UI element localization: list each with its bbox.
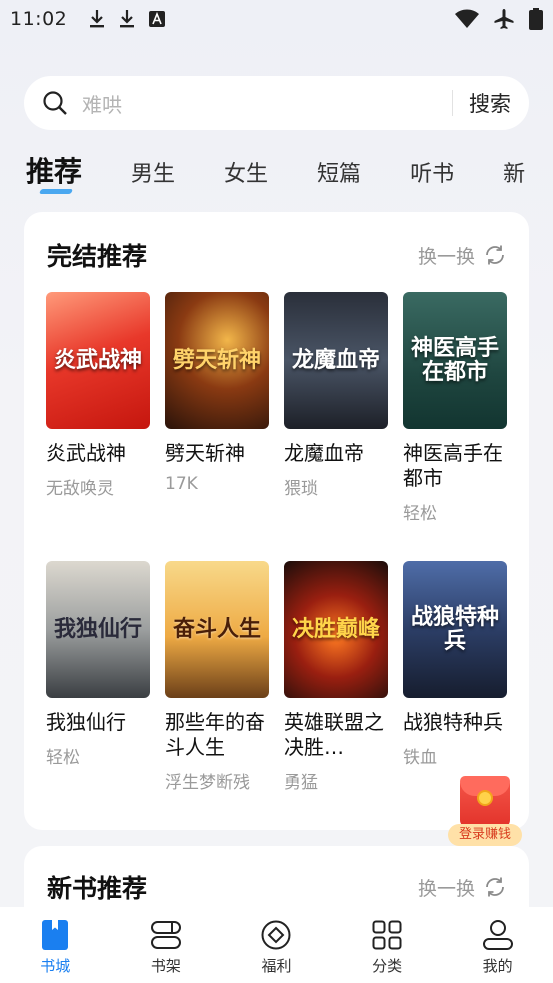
- book-title[interactable]: 我独仙行: [46, 710, 150, 735]
- book-item[interactable]: 奋斗人生 那些年的奋斗人生 浮生梦断残: [165, 561, 269, 793]
- search-icon: [42, 90, 68, 116]
- book-cover[interactable]: 神医高手在都市: [403, 292, 507, 429]
- tab-male[interactable]: 男生: [131, 156, 175, 194]
- profile-icon: [482, 919, 514, 951]
- cover-title: 神医高手在都市: [410, 335, 499, 385]
- refresh-label: 换一换: [417, 245, 475, 268]
- status-bar: 11:02: [0, 0, 553, 38]
- nav-label: 我的: [482, 957, 513, 975]
- book-title[interactable]: 神医高手在都市: [403, 441, 507, 491]
- tab-female[interactable]: 女生: [224, 156, 268, 194]
- book-item[interactable]: 战狼特种兵 战狼特种兵 铁血: [403, 561, 507, 768]
- book-title[interactable]: 战狼特种兵: [403, 710, 507, 735]
- nav-bookshelf[interactable]: 书架: [126, 919, 206, 976]
- book-author: 浮生梦断残: [165, 773, 250, 793]
- book-cover[interactable]: 龙魔血帝: [284, 292, 388, 429]
- section-title: 新书推荐: [47, 874, 148, 903]
- book-title[interactable]: 劈天斩神: [165, 441, 269, 466]
- book-title[interactable]: 英雄联盟之决胜…: [284, 710, 388, 760]
- book-title[interactable]: 龙魔血帝: [284, 441, 388, 466]
- refresh-icon: [483, 243, 507, 267]
- book-item[interactable]: 神医高手在都市 神医高手在都市 轻松: [403, 292, 507, 524]
- book-cover[interactable]: 奋斗人生: [165, 561, 269, 698]
- grid-icon: [371, 919, 403, 951]
- cover-title: 战狼特种兵: [410, 604, 499, 654]
- cover-title: 我独仙行: [53, 615, 142, 642]
- tab-audio[interactable]: 听书: [410, 156, 454, 194]
- book-author: 17K: [165, 474, 198, 494]
- book-cover[interactable]: 战狼特种兵: [403, 561, 507, 698]
- font-a-icon: [149, 11, 166, 27]
- nav-welfare[interactable]: 福利: [236, 919, 316, 976]
- book-icon: [39, 919, 71, 951]
- coin-icon: [477, 790, 493, 806]
- refresh-icon: [483, 875, 507, 899]
- tab-new[interactable]: 新: [503, 156, 525, 194]
- nav-label: 书架: [150, 957, 181, 975]
- download-icon: [119, 9, 135, 29]
- red-packet-label: 登录赚钱: [448, 824, 522, 846]
- book-title[interactable]: 那些年的奋斗人生: [165, 710, 269, 760]
- login-reward-red-packet[interactable]: 登录赚钱: [448, 776, 522, 846]
- shelf-icon: [150, 919, 182, 951]
- book-item[interactable]: 我独仙行 我独仙行 轻松: [46, 561, 150, 768]
- bottom-nav: 书城 书架 福利 分类 我的: [0, 907, 553, 983]
- cover-title: 奋斗人生: [172, 615, 261, 642]
- book-author: 猥琐: [284, 479, 318, 499]
- download-icon: [89, 9, 105, 29]
- book-item[interactable]: 劈天斩神 劈天斩神 17K: [165, 292, 269, 494]
- cover-title: 龙魔血帝: [291, 346, 380, 373]
- airplane-icon: [493, 8, 515, 30]
- tab-recommend[interactable]: 推荐: [26, 150, 82, 194]
- finished-recommend-card: 完结推荐 换一换 炎武战神 炎武战神 无敌唤灵 劈天斩神 劈天斩神 17K 龙魔…: [24, 212, 529, 830]
- book-cover[interactable]: 炎武战神: [46, 292, 150, 429]
- book-cover[interactable]: 决胜巅峰: [284, 561, 388, 698]
- book-author: 勇猛: [284, 773, 318, 793]
- section-title: 完结推荐: [47, 242, 148, 271]
- section-header: 新书推荐 换一换: [47, 870, 507, 904]
- wifi-icon: [455, 9, 479, 29]
- cover-title: 决胜巅峰: [291, 615, 380, 642]
- nav-label: 书城: [40, 957, 71, 975]
- book-item[interactable]: 炎武战神 炎武战神 无敌唤灵: [46, 292, 150, 499]
- cover-title: 炎武战神: [53, 346, 142, 373]
- book-cover[interactable]: 我独仙行: [46, 561, 150, 698]
- nav-label: 分类: [372, 957, 403, 975]
- search-input[interactable]: 难哄: [82, 89, 452, 118]
- battery-icon: [529, 8, 543, 30]
- book-author: 无敌唤灵: [46, 479, 114, 499]
- book-title[interactable]: 炎武战神: [46, 441, 150, 466]
- gift-diamond-icon: [260, 919, 292, 951]
- book-author: 轻松: [46, 748, 80, 768]
- nav-category[interactable]: 分类: [347, 919, 427, 976]
- status-time: 11:02: [10, 8, 68, 30]
- refresh-label: 换一换: [417, 877, 475, 900]
- refresh-button[interactable]: 换一换: [418, 874, 507, 901]
- nav-label: 福利: [261, 957, 292, 975]
- search-divider: [452, 90, 453, 116]
- search-button[interactable]: 搜索: [469, 88, 511, 118]
- refresh-button[interactable]: 换一换: [418, 242, 507, 269]
- nav-profile[interactable]: 我的: [458, 919, 538, 976]
- book-item[interactable]: 决胜巅峰 英雄联盟之决胜… 勇猛: [284, 561, 388, 793]
- book-item[interactable]: 龙魔血帝 龙魔血帝 猥琐: [284, 292, 388, 499]
- tab-short[interactable]: 短篇: [317, 156, 361, 194]
- section-header: 完结推荐 换一换: [47, 238, 507, 272]
- search-bar[interactable]: 难哄 搜索: [24, 76, 529, 130]
- book-author: 铁血: [403, 748, 437, 768]
- category-tabs: 推荐 男生 女生 短篇 听书 新: [26, 148, 553, 194]
- nav-bookstore[interactable]: 书城: [15, 919, 95, 976]
- book-cover[interactable]: 劈天斩神: [165, 292, 269, 429]
- cover-title: 劈天斩神: [172, 346, 261, 373]
- book-author: 轻松: [403, 504, 437, 524]
